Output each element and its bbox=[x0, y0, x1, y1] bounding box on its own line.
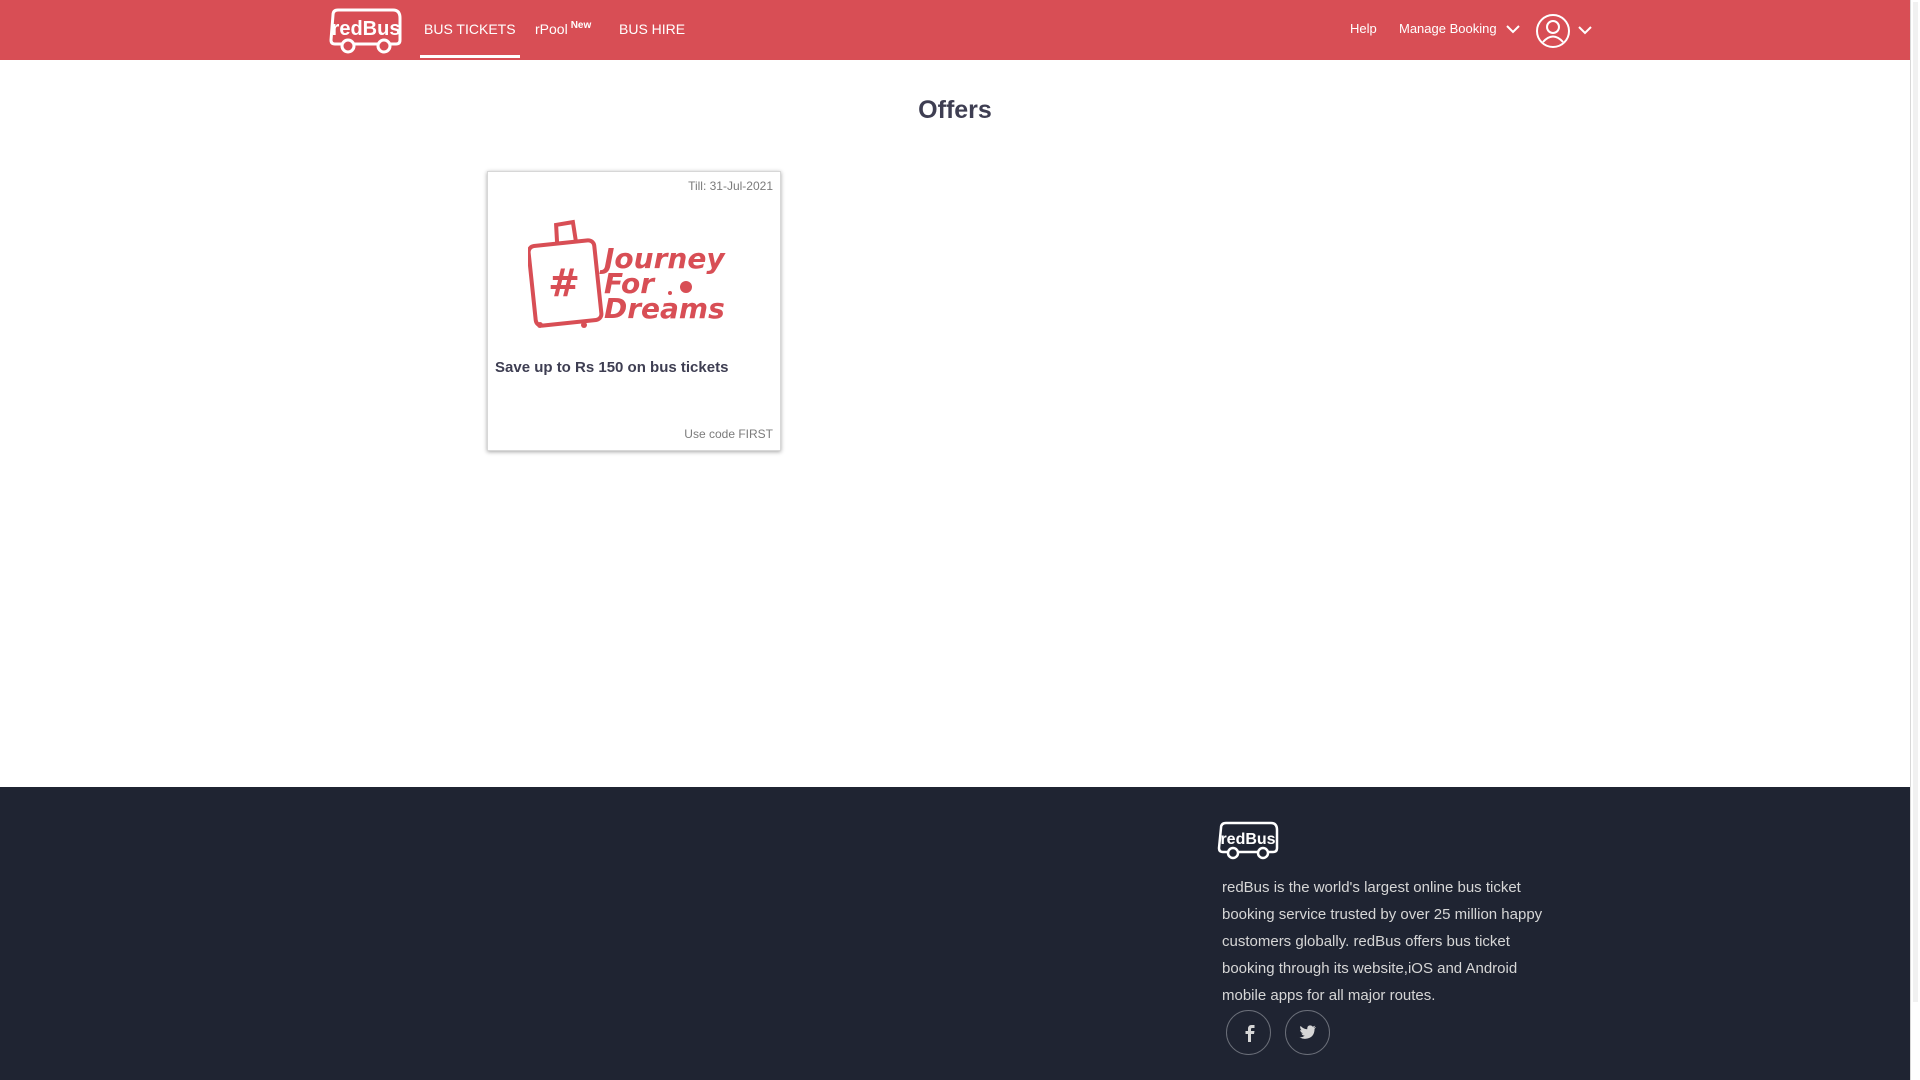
offer-code: Use code FIRST bbox=[684, 427, 773, 441]
nav-bus-tickets[interactable]: BUS TICKETS bbox=[420, 0, 520, 60]
nav-bus-hire[interactable]: BUS HIRE bbox=[619, 0, 685, 60]
offer-validity: Till: 31-Jul-2021 bbox=[688, 179, 773, 193]
redbus-logo[interactable]: redBus bbox=[327, 6, 403, 54]
campaign-word-3: Dreams bbox=[604, 292, 725, 325]
nav-bus-tickets-label: BUS TICKETS bbox=[424, 21, 516, 37]
vertical-scrollbar[interactable] bbox=[1910, 0, 1920, 1080]
new-badge: New bbox=[570, 20, 592, 31]
profile-chevron-down-icon[interactable] bbox=[1578, 22, 1592, 40]
nav-rpool-label: rPool bbox=[535, 21, 568, 37]
offer-card[interactable]: Till: 31-Jul-2021 # Journey For Dreams S… bbox=[487, 171, 781, 451]
help-link[interactable]: Help bbox=[1350, 0, 1377, 60]
nav-bus-hire-label: BUS HIRE bbox=[619, 21, 686, 37]
page-title: Offers bbox=[918, 96, 992, 124]
chevron-down-icon bbox=[1506, 1, 1520, 59]
top-header: redBus BUS TICKETS rPool New BUS HIRE Hel… bbox=[0, 0, 1910, 60]
footer-logo-text: redBus bbox=[1220, 831, 1275, 848]
nav-rpool[interactable]: rPool New bbox=[535, 0, 591, 60]
offer-description: Save up to Rs 150 on bus tickets bbox=[495, 359, 729, 376]
logo-text: redBus bbox=[332, 18, 401, 40]
help-label: Help bbox=[1350, 21, 1377, 36]
footer: redBus redBus is the world's largest onl… bbox=[0, 787, 1910, 1080]
svg-text:#: # bbox=[548, 261, 580, 305]
manage-booking-dropdown[interactable]: Manage Booking bbox=[1399, 0, 1520, 60]
journey-for-dreams-banner: # Journey For Dreams bbox=[526, 218, 743, 335]
user-circle-icon[interactable] bbox=[1535, 13, 1571, 49]
footer-description: redBus is the world's largest online bus… bbox=[1222, 879, 1543, 1004]
scrollbar-thumb[interactable] bbox=[1913, 2, 1918, 1002]
manage-booking-label: Manage Booking bbox=[1399, 21, 1497, 36]
facebook-icon[interactable] bbox=[1226, 1010, 1271, 1055]
footer-redbus-logo[interactable]: redBus bbox=[1216, 820, 1280, 860]
twitter-icon[interactable] bbox=[1285, 1010, 1330, 1055]
